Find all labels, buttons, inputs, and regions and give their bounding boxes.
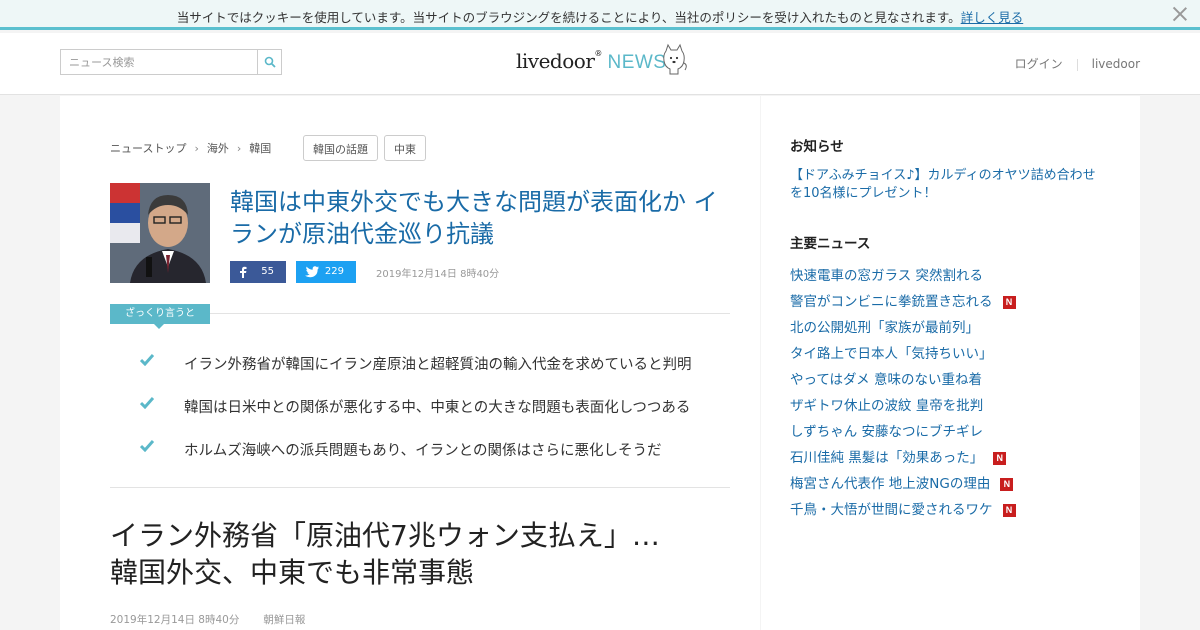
summary-point: ホルムズ海峡への派兵問題もあり、イランとの関係はさらに悪化しそうだ — [140, 437, 740, 459]
new-badge: N — [993, 452, 1007, 465]
dog-mascot-icon — [663, 43, 687, 75]
site-logo[interactable]: livedoor® NEWS — [516, 43, 687, 79]
summary-point: 韓国は日米中との関係が悪化する中、中東との大きな問題も表面化しつつある — [140, 394, 740, 416]
article-column: ニューストップ › 海外 › 韓国 韓国の話題 中東 韓国は中東外交でも大きな問題が表面… — [60, 96, 760, 630]
facebook-share-button[interactable]: 55 — [230, 261, 286, 283]
tag-korea-topics[interactable]: 韓国の話題 — [303, 135, 378, 161]
news-link-text: 北の公開処刑「家族が最前列」 — [790, 320, 979, 336]
news-link-text: やってはダメ 意味のない重ね着 — [790, 372, 982, 388]
twitter-icon — [305, 266, 319, 278]
logo-livedoor: livedoor — [516, 49, 595, 73]
breadcrumb-item-news-top[interactable]: ニューストップ — [110, 142, 186, 155]
news-link-text: ザギトワ休止の波紋 皇帝を批判 — [790, 398, 984, 414]
news-link[interactable]: 警官がコンビニに拳銃置き忘れる N — [790, 290, 1016, 310]
facebook-share-count: 55 — [261, 266, 274, 277]
check-icon — [140, 440, 154, 452]
news-link[interactable]: ザギトワ休止の波紋 皇帝を批判 — [790, 394, 983, 414]
twitter-share-count: 229 — [324, 266, 344, 277]
search-input[interactable] — [61, 50, 257, 74]
article-source[interactable]: 朝鮮日報 — [263, 614, 305, 626]
summary-point-text: イラン外務省が韓国にイラン産原油と超軽質油の輸入代金を求めていると判明 — [184, 357, 692, 373]
news-link[interactable]: 快速電車の窓ガラス 突然割れる — [790, 264, 983, 284]
new-badge: N — [1000, 478, 1014, 491]
news-link-text: 梅宮さん代表作 地上波NGの理由 — [790, 476, 991, 492]
sidebar: お知らせ 【ドアふみチョイス♪】カルディのオヤツ詰め合わせを10名様にプレゼント… — [761, 96, 1140, 630]
summary-label: ざっくり言うと — [110, 304, 210, 329]
divider — [1076, 58, 1078, 71]
close-icon[interactable] — [1172, 6, 1188, 22]
chevron-right-icon: › — [236, 142, 242, 155]
news-link[interactable]: 千鳥・大悟が世間に愛されるワケ N — [790, 498, 1016, 518]
summary-point: イラン外務省が韓国にイラン産原油と超軽質油の輸入代金を求めていると判明 — [140, 351, 740, 373]
divider — [110, 487, 730, 488]
check-icon — [140, 354, 154, 366]
article-title: イラン外務省「原油代7兆ウォン支払え」… 韓国外交、中東でも非常事態 — [110, 517, 730, 591]
new-badge: N — [1002, 296, 1016, 309]
cookie-details-link[interactable]: 詳しく見る — [961, 10, 1024, 25]
cookie-notice-text: 当サイトではクッキーを使用しています。当サイトのブラウジングを続けることにより、… — [176, 10, 961, 25]
logo-news: NEWS — [607, 52, 667, 73]
header-links: ログイン livedoor — [1015, 55, 1140, 72]
cookie-notice: 当サイトではクッキーを使用しています。当サイトのブラウジングを続けることにより、… — [0, 7, 1200, 26]
news-link-text: 快速電車の窓ガラス 突然割れる — [790, 268, 984, 284]
search-box — [60, 49, 282, 75]
article-headline[interactable]: 韓国は中東外交でも大きな問題が表面化か イランが原油代金巡り抗議 — [230, 186, 730, 250]
summary-point-text: 韓国は日米中との関係が悪化する中、中東との大きな問題も表面化しつつある — [184, 400, 691, 416]
facebook-icon — [240, 266, 247, 278]
check-icon — [140, 397, 154, 409]
new-badge: N — [1002, 504, 1016, 517]
article-date: 2019年12月14日 8時40分 — [110, 614, 240, 626]
news-link[interactable]: 梅宮さん代表作 地上波NGの理由 N — [790, 472, 1014, 492]
search-button[interactable] — [257, 50, 281, 74]
article-title-line: 韓国外交、中東でも非常事態 — [110, 556, 475, 589]
news-link[interactable]: 石川佳純 黒髪は「効果あった」 N — [790, 446, 1007, 466]
notice-heading: お知らせ — [790, 139, 844, 155]
chevron-right-icon: › — [194, 142, 199, 155]
news-link-text: 千鳥・大悟が世間に愛されるワケ — [790, 502, 993, 518]
breadcrumb: ニューストップ › 海外 › 韓国 — [110, 140, 271, 156]
news-link[interactable]: しずちゃん 安藤なつにブチギレ — [790, 420, 983, 440]
news-link[interactable]: タイ路上で日本人「気持ちいい」 — [790, 342, 993, 362]
news-link-text: 警官がコンビニに拳銃置き忘れる — [790, 294, 993, 310]
thumbnail-portrait-image — [110, 183, 210, 283]
article-meta: 2019年12月14日 8時40分 朝鮮日報 — [110, 612, 305, 627]
summary-point-text: ホルムズ海峡への派兵問題もあり、イランとの関係はさらに悪化しそうだ — [184, 443, 662, 459]
publish-date: 2019年12月14日 8時40分 — [376, 269, 500, 280]
news-link[interactable]: やってはダメ 意味のない重ね着 — [790, 368, 982, 388]
breadcrumb-item-overseas[interactable]: 海外 — [207, 142, 229, 155]
main-news-heading: 主要ニュース — [790, 236, 871, 252]
news-link-text: しずちゃん 安藤なつにブチギレ — [790, 424, 984, 440]
tag-middle-east[interactable]: 中東 — [384, 135, 426, 161]
livedoor-link[interactable]: livedoor — [1092, 57, 1140, 71]
cookie-bar: 当サイトではクッキーを使用しています。当サイトのブラウジングを続けることにより、… — [0, 0, 1200, 30]
twitter-share-button[interactable]: 229 — [296, 261, 356, 283]
notice-link[interactable]: 【ドアふみチョイス♪】カルディのオヤツ詰め合わせを10名様にプレゼント！ — [790, 167, 1100, 203]
breadcrumb-item-korea[interactable]: 韓国 — [249, 142, 271, 155]
logo-registered-mark: ® — [594, 49, 603, 58]
article-thumbnail[interactable] — [110, 183, 210, 283]
site-header: livedoor® NEWS ログインlivedoor — [0, 33, 1200, 95]
search-icon — [264, 56, 276, 68]
login-link[interactable]: ログイン — [1015, 57, 1063, 71]
news-link-text: タイ路上で日本人「気持ちいい」 — [790, 346, 993, 362]
article-title-line: イラン外務省「原油代7兆ウォン支払え」… — [110, 519, 660, 552]
news-link[interactable]: 北の公開処刑「家族が最前列」 — [790, 316, 979, 336]
news-link-text: 石川佳純 黒髪は「効果あった」 — [790, 450, 984, 466]
